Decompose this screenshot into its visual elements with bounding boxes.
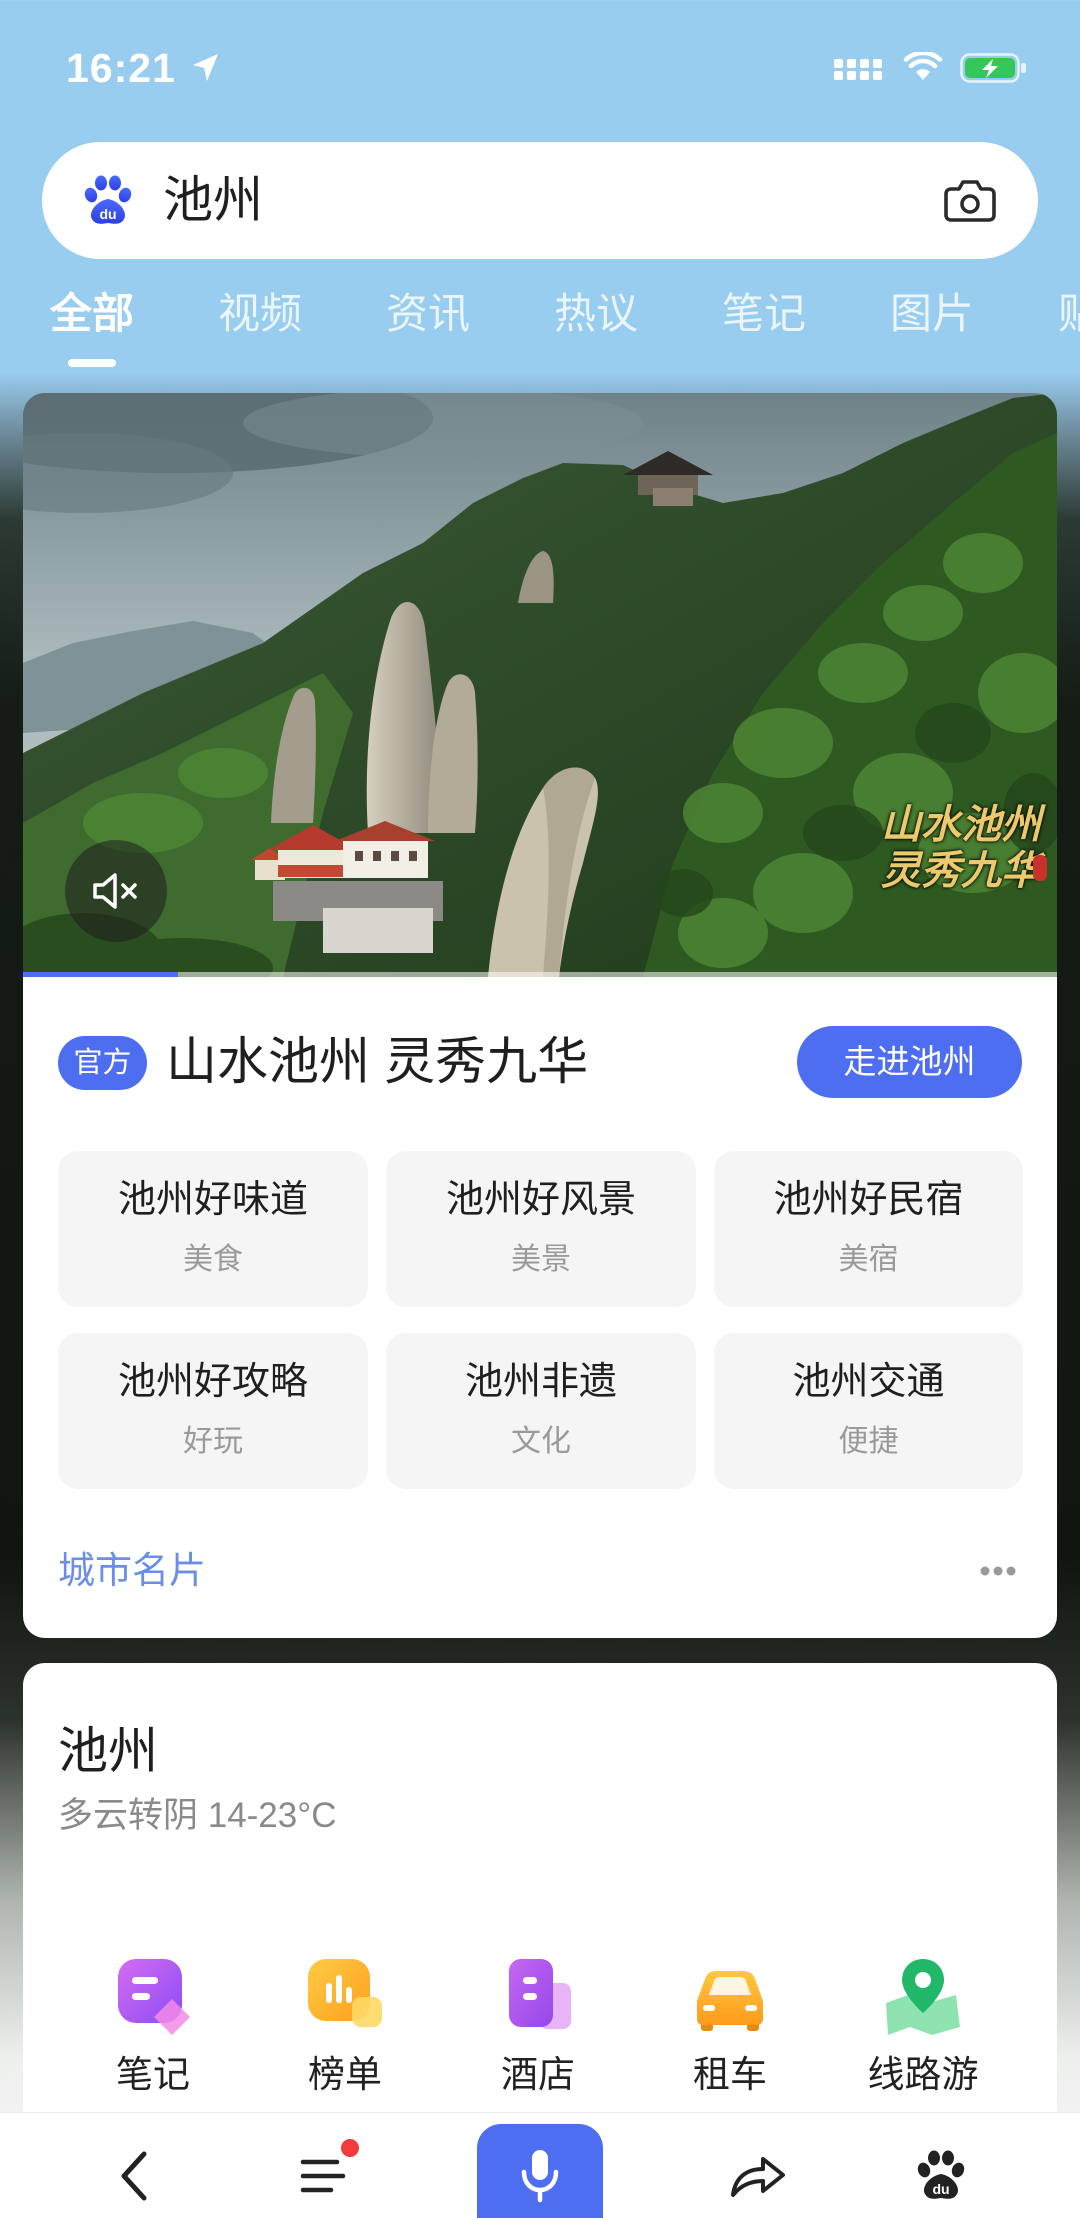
wifi-icon [903, 52, 943, 80]
location-arrow-icon [193, 54, 218, 81]
share-icon[interactable] [727, 2151, 787, 2201]
car-icon [697, 1971, 763, 2031]
menu-icon[interactable] [297, 2154, 349, 2198]
tile-food[interactable]: 池州好味道 美食 [58, 1151, 368, 1307]
mic-icon [521, 2150, 559, 2203]
battery-charging-icon [960, 53, 1026, 83]
tile-title: 池州好民宿 [773, 1179, 964, 1221]
mute-icon [93, 873, 137, 909]
service-label: 租车 [693, 2054, 767, 2095]
service-hotels[interactable]: 酒店 [458, 1953, 618, 2103]
official-city-card: 山水池州 灵秀九华 官方 山水池州 灵秀九华 走进池州 池州好味道 美食 池州好… [23, 393, 1057, 1638]
tile-scenery[interactable]: 池州好风景 美景 [386, 1151, 696, 1307]
baidu-paw-icon[interactable]: du [913, 2148, 969, 2204]
tile-transport[interactable]: 池州交通 便捷 [714, 1333, 1023, 1489]
tile-title: 池州交通 [792, 1361, 945, 1403]
red-seal-stamp [1033, 855, 1047, 881]
search-tabs: 全部 视频 资讯 热议 笔记 图片 贴吧 [0, 284, 1080, 346]
baidu-logo-text: du [99, 206, 116, 222]
tab-news[interactable]: 资讯 [344, 284, 512, 346]
enter-city-button[interactable]: 走进池州 [797, 1026, 1022, 1098]
voice-search-button[interactable] [477, 2124, 603, 2218]
bottom-toolbar: du [0, 2112, 1080, 2218]
tile-subtitle: 好玩 [183, 1425, 243, 1458]
camera-icon[interactable] [943, 173, 997, 227]
search-box[interactable]: du 池州 [42, 142, 1038, 259]
service-label: 笔记 [116, 2054, 190, 2095]
search-input[interactable]: 池州 [163, 142, 263, 259]
hotel-icon [509, 1959, 571, 2029]
baidu-paw-icon[interactable]: du [80, 173, 136, 229]
tile-title: 池州好攻略 [117, 1361, 308, 1403]
service-label: 酒店 [501, 2054, 575, 2095]
video-watermark-line-1: 山水池州 [881, 801, 1041, 848]
service-tours[interactable]: 线路游 [843, 1953, 1003, 2103]
service-label: 线路游 [867, 2054, 979, 2095]
service-car-rental[interactable]: 租车 [650, 1953, 810, 2103]
tile-subtitle: 美景 [511, 1243, 571, 1276]
tile-subtitle: 便捷 [838, 1425, 899, 1458]
status-time: 16:21 [66, 45, 176, 91]
official-card-title[interactable]: 山水池州 灵秀九华 [166, 1032, 588, 1092]
tile-subtitle: 美宿 [838, 1243, 899, 1276]
baidu-logo-text: du [932, 2181, 949, 2197]
back-icon[interactable] [114, 2148, 154, 2204]
service-label: 榜单 [308, 2054, 382, 2095]
tab-tieba[interactable]: 贴吧 [1016, 284, 1080, 346]
city-name[interactable]: 池州 [58, 1721, 158, 1781]
mute-button[interactable] [65, 840, 167, 942]
menu-notification-dot [341, 2139, 359, 2157]
tab-images[interactable]: 图片 [848, 284, 1016, 346]
rankings-icon [308, 1959, 382, 2027]
map-pin-icon [886, 1959, 960, 2035]
tile-subtitle: 美食 [183, 1243, 243, 1276]
tile-homestay[interactable]: 池州好民宿 美宿 [714, 1151, 1023, 1307]
city-card-source-link[interactable]: 城市名片 [58, 1547, 206, 1595]
city-tiles-grid: 池州好味道 美食 池州好风景 美景 池州好民宿 美宿 池州好攻略 好玩 池州非遗… [58, 1151, 1023, 1489]
weather-forecast: 多云转阴 14-23°C [58, 1796, 337, 1835]
video-watermark-line-2: 灵秀九华 [881, 847, 1041, 894]
tile-title: 池州非遗 [464, 1361, 617, 1403]
note-icon [118, 1959, 190, 2035]
official-card-body: 官方 山水池州 灵秀九华 走进池州 池州好味道 美食 池州好风景 美景 池州好民… [23, 977, 1057, 1638]
tab-discussion[interactable]: 热议 [512, 284, 680, 346]
promo-video[interactable]: 山水池州 灵秀九华 [23, 393, 1057, 977]
service-notes[interactable]: 笔记 [73, 1953, 233, 2103]
tile-heritage[interactable]: 池州非遗 文化 [386, 1333, 696, 1489]
tab-all[interactable]: 全部 [8, 284, 176, 346]
cellular-signal-icon [834, 59, 882, 80]
tab-notes[interactable]: 笔记 [680, 284, 848, 346]
active-tab-indicator [68, 359, 116, 367]
tile-title: 池州好味道 [117, 1179, 308, 1221]
tile-title: 池州好风景 [445, 1179, 636, 1221]
tab-video[interactable]: 视频 [176, 284, 344, 346]
tile-guide[interactable]: 池州好攻略 好玩 [58, 1333, 368, 1489]
more-icon[interactable] [978, 1565, 1018, 1577]
official-badge: 官方 [58, 1036, 147, 1090]
tile-subtitle: 文化 [511, 1425, 571, 1458]
service-rankings[interactable]: 榜单 [265, 1953, 425, 2103]
